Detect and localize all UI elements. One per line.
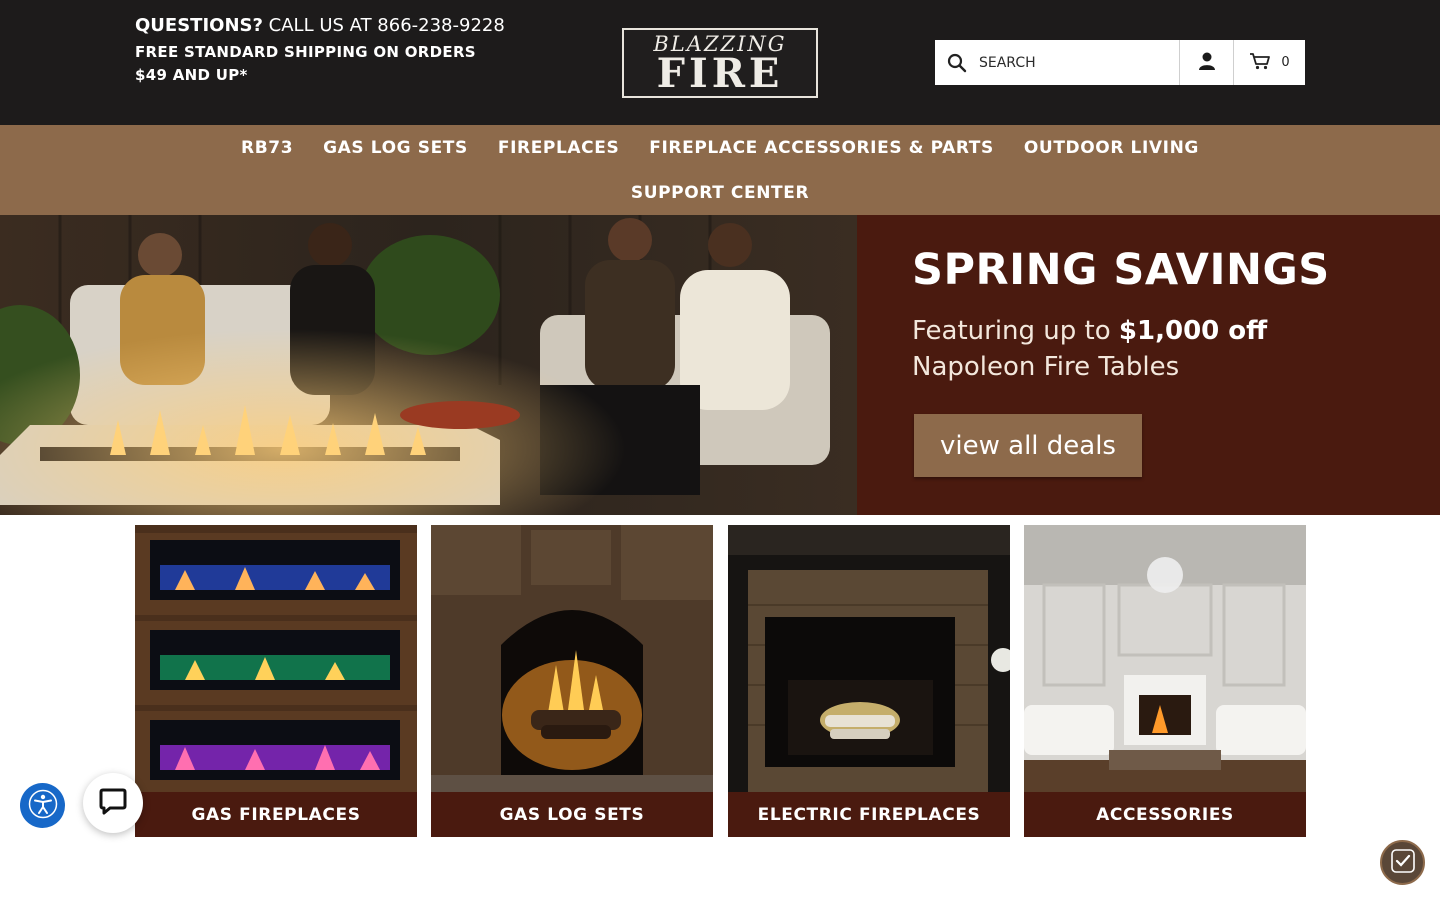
shield-check-icon [1389, 847, 1417, 879]
accessibility-button[interactable] [20, 783, 65, 828]
nav-item-support-center[interactable]: SUPPORT CENTER [631, 182, 809, 204]
category-accessories[interactable]: ACCESSORIES [1024, 525, 1306, 837]
user-icon [1197, 51, 1217, 75]
nav-item-fireplace-accessories[interactable]: FIREPLACE ACCESSORIES & PARTS [649, 137, 994, 159]
category-image [728, 525, 1010, 792]
hero-sub-highlight: $1,000 off [1118, 316, 1268, 346]
search-input[interactable] [979, 54, 1169, 71]
nav-item-rb73[interactable]: RB73 [241, 137, 293, 159]
cart-count: 0 [1281, 55, 1290, 70]
phone-text: CALL US AT 866-238-9228 [268, 15, 505, 36]
header-tools: 0 [935, 40, 1305, 85]
hero-subtitle: Featuring up to $1,000 off Napoleon Fire… [912, 313, 1332, 385]
nav-row-1: RB73 GAS LOG SETS FIREPLACES FIREPLACE A… [0, 137, 1440, 159]
hero-title: SPRING SAVINGS [912, 245, 1330, 295]
hero-sub-prefix: Featuring up to [912, 316, 1119, 346]
hero-image [0, 215, 857, 515]
shipping-notice: FREE STANDARD SHIPPING ON ORDERS $49 AND… [135, 43, 476, 84]
chat-button[interactable] [83, 773, 143, 833]
category-label: GAS LOG SETS [431, 792, 713, 837]
logo-line-2: FIRE [656, 50, 784, 97]
category-image [135, 525, 417, 792]
category-grid: GAS FIREPLACES GAS LOG SETS ELECTRIC FIR… [135, 525, 1306, 837]
questions-label: QUESTIONS? [135, 15, 263, 36]
hero-sub-line2: Napoleon Fire Tables [912, 352, 1180, 382]
hero-banner[interactable]: SPRING SAVINGS Featuring up to $1,000 of… [0, 215, 1440, 515]
search-icon[interactable] [935, 40, 979, 85]
category-electric-fireplaces[interactable]: ELECTRIC FIREPLACES [728, 525, 1010, 837]
hero-text-panel: SPRING SAVINGS Featuring up to $1,000 of… [857, 215, 1440, 515]
cart-button[interactable]: 0 [1234, 40, 1305, 85]
nav-item-outdoor-living[interactable]: OUTDOOR LIVING [1024, 137, 1199, 159]
accessibility-icon [28, 789, 58, 823]
nav-row-2: SUPPORT CENTER [0, 182, 1440, 204]
category-label: ACCESSORIES [1024, 792, 1306, 837]
nav-item-gas-log-sets[interactable]: GAS LOG SETS [323, 137, 468, 159]
view-all-deals-button[interactable]: view all deals [914, 414, 1142, 477]
phone-line[interactable]: QUESTIONS? CALL US AT 866-238-9228 [135, 13, 505, 39]
nav-item-fireplaces[interactable]: FIREPLACES [498, 137, 619, 159]
site-header: QUESTIONS? CALL US AT 866-238-9228 FREE … [0, 0, 1440, 125]
search-box[interactable] [935, 40, 1180, 85]
cart-icon [1249, 52, 1271, 74]
contact-info: QUESTIONS? CALL US AT 866-238-9228 FREE … [135, 13, 505, 87]
category-image [431, 525, 713, 792]
category-gas-fireplaces[interactable]: GAS FIREPLACES [135, 525, 417, 837]
category-label: ELECTRIC FIREPLACES [728, 792, 1010, 837]
chat-icon [98, 787, 128, 819]
site-logo[interactable]: BLAZZING FIRE [622, 28, 818, 98]
main-nav: RB73 GAS LOG SETS FIREPLACES FIREPLACE A… [0, 125, 1440, 215]
account-button[interactable] [1180, 40, 1234, 85]
category-image [1024, 525, 1306, 792]
trust-badge[interactable] [1380, 840, 1425, 885]
category-gas-log-sets[interactable]: GAS LOG SETS [431, 525, 713, 837]
category-label: GAS FIREPLACES [135, 792, 417, 837]
